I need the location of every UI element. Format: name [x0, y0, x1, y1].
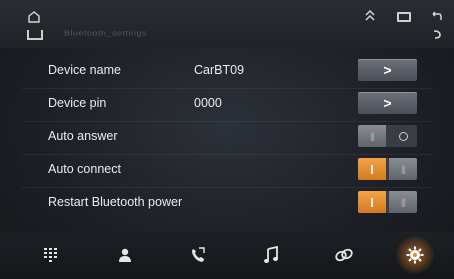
call-log-icon[interactable]: [183, 240, 213, 270]
contacts-icon[interactable]: [110, 240, 140, 270]
row-device-pin[interactable]: Device pin 0000 >: [22, 89, 432, 122]
home-icon[interactable]: [27, 10, 41, 24]
toggle-off-side: [389, 125, 417, 147]
device-pin-button[interactable]: >: [358, 92, 417, 114]
device-name-button[interactable]: >: [358, 59, 417, 81]
auto-answer-toggle[interactable]: |||: [358, 125, 417, 147]
recent-apps-icon[interactable]: [397, 12, 411, 22]
auto-connect-toggle[interactable]: |||: [358, 158, 417, 180]
bluetooth-settings-screen: Bluetooth_settings Device name CarBT09 >…: [0, 0, 454, 279]
row-label: Device name: [48, 63, 121, 77]
chevron-right-icon: >: [383, 62, 392, 78]
row-device-name[interactable]: Device name CarBT09 >: [22, 56, 432, 89]
on-bar-icon: [371, 164, 373, 174]
chevrons-up-icon[interactable]: [364, 8, 376, 25]
on-bar-icon: [371, 197, 373, 207]
toggle-grip: |||: [389, 158, 417, 180]
row-restart-bluetooth-power[interactable]: Restart Bluetooth power |||: [22, 188, 432, 221]
row-auto-answer[interactable]: Auto answer |||: [22, 122, 432, 155]
back-icon[interactable]: [430, 10, 442, 25]
restart-bluetooth-power-toggle[interactable]: |||: [358, 191, 417, 213]
row-label: Restart Bluetooth power: [48, 195, 183, 209]
row-value: CarBT09: [194, 63, 245, 77]
screen-title: Bluetooth_settings: [64, 29, 148, 37]
row-value: 0000: [194, 96, 222, 110]
off-ring-icon: [398, 131, 408, 141]
dialpad-icon[interactable]: [37, 240, 67, 270]
row-label: Auto answer: [48, 129, 118, 143]
row-auto-connect[interactable]: Auto connect |||: [22, 155, 432, 188]
toggle-on-side: [358, 191, 386, 213]
toggle-grip: |||: [358, 125, 386, 147]
toggle-grip: |||: [389, 191, 417, 213]
bottom-navigation: [0, 232, 454, 279]
toggle-on-side: [358, 158, 386, 180]
return-icon[interactable]: [432, 28, 442, 43]
link-icon[interactable]: [329, 240, 359, 270]
screen-title-icon: [27, 30, 43, 40]
chevron-right-icon: >: [383, 95, 392, 111]
row-label: Auto connect: [48, 162, 121, 176]
music-icon[interactable]: [256, 240, 286, 270]
settings-icon[interactable]: [396, 236, 434, 274]
status-bar: Bluetooth_settings: [0, 0, 454, 48]
row-label: Device pin: [48, 96, 107, 110]
